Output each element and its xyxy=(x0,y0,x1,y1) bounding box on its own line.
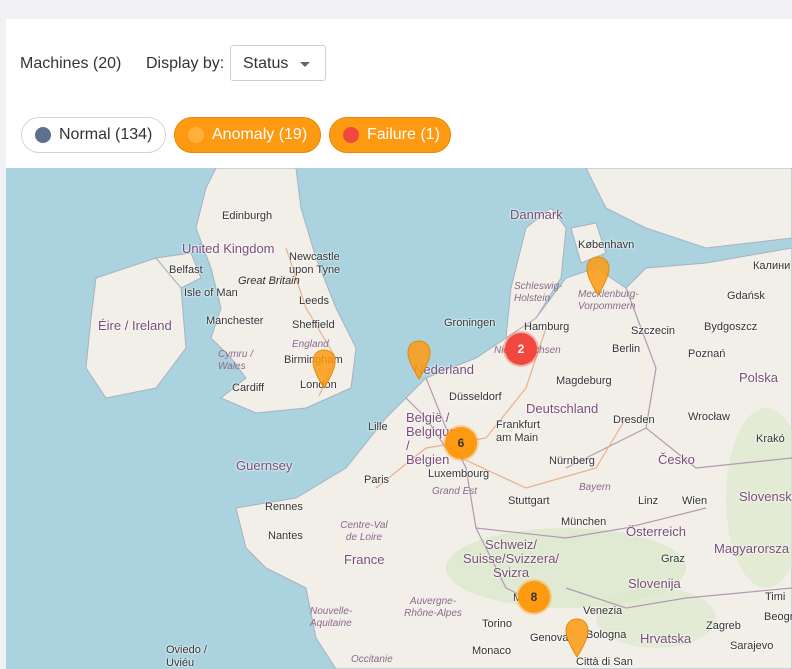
city-label-dusseldorf: Düsseldorf xyxy=(449,391,502,403)
anomaly-marker-pin[interactable] xyxy=(311,349,337,389)
country-label-france: France xyxy=(344,552,385,567)
country-label-hrvatska: Hrvatska xyxy=(640,631,692,646)
normal-status-dot-icon xyxy=(35,127,51,143)
city-label-timisoara: Timi xyxy=(765,591,786,603)
region-label-occitanie: Occitanie xyxy=(351,654,393,665)
filter-chip-anomaly-label: Anomaly (19) xyxy=(212,126,308,143)
city-label-graz: Graz xyxy=(661,553,685,565)
anomaly-cluster-marker[interactable]: 6 xyxy=(445,427,477,459)
country-label-slovensko: Slovensko xyxy=(739,489,792,504)
city-label-gdansk: Gdańsk xyxy=(727,290,765,302)
machines-count-label: Machines (20) xyxy=(20,55,122,72)
country-label-osterreich: Österreich xyxy=(626,524,686,539)
city-label-oviedo: Oviedo / Uviéu xyxy=(166,644,207,669)
region-label-grand-est: Grand Est xyxy=(432,486,478,497)
region-label-centre: Centre-Val de Loire xyxy=(340,520,388,543)
filter-chip-anomaly[interactable]: Anomaly (19) xyxy=(174,117,321,153)
city-label-rennes: Rennes xyxy=(265,501,303,513)
city-label-poznan: Poznań xyxy=(688,348,726,360)
filter-chip-normal[interactable]: Normal (134) xyxy=(21,117,166,153)
display-by-value: Status xyxy=(243,55,289,72)
region-label-auvergne: Auvergne-Rhône-Alpes xyxy=(404,596,462,619)
country-label-uk: United Kingdom xyxy=(182,241,275,256)
country-label-polska: Polska xyxy=(739,370,779,385)
city-label-manchester: Manchester xyxy=(206,315,264,327)
city-label-magdeburg: Magdeburg xyxy=(556,375,612,387)
display-by-select[interactable]: Status xyxy=(230,45,326,81)
city-label-linz: Linz xyxy=(638,495,659,507)
city-label-isle-of-man: Isle of Man xyxy=(184,287,238,299)
city-label-szczecin: Szczecin xyxy=(631,325,676,337)
anomaly-marker-pin[interactable] xyxy=(585,256,611,296)
city-label-venezia: Venezia xyxy=(583,605,623,617)
failure-cluster-marker[interactable]: 2 xyxy=(505,333,537,365)
country-label-cesko: Česko xyxy=(658,452,695,467)
city-label-hamburg: Hamburg xyxy=(524,321,570,333)
map-basemap xyxy=(85,168,792,669)
city-label-wroclaw: Wrocław xyxy=(688,411,730,423)
city-label-zagreb: Zagreb xyxy=(706,620,741,632)
filter-chip-normal-label: Normal (134) xyxy=(59,126,153,143)
machines-map[interactable]: United Kingdom Éire / Ireland Danmark Ne… xyxy=(6,168,792,669)
city-label-lille: Lille xyxy=(368,421,388,433)
city-label-newcastle: Newcastle upon Tyne xyxy=(289,251,341,276)
display-by-label: Display by: xyxy=(146,55,225,72)
filter-chip-failure-label: Failure (1) xyxy=(367,126,440,143)
country-label-magyarorszag: Magyarorsza xyxy=(714,541,790,556)
anomaly-marker-pin[interactable] xyxy=(564,618,590,658)
city-label-monaco: Monaco xyxy=(472,645,512,657)
anomaly-marker-pin[interactable] xyxy=(406,340,432,380)
city-label-beograd: Beogr xyxy=(764,611,792,623)
country-label-deutschland: Deutschland xyxy=(526,401,599,416)
region-label-cymru: Cymru / Wales xyxy=(218,349,253,372)
city-label-berlin: Berlin xyxy=(612,343,641,355)
country-label-ireland: Éire / Ireland xyxy=(98,318,172,333)
city-label-bologna: Bologna xyxy=(586,629,627,641)
failure-status-dot-icon xyxy=(343,127,359,143)
city-label-edinburgh: Edinburgh xyxy=(222,210,273,222)
city-label-bydgoszcz: Bydgoszcz xyxy=(704,321,758,333)
region-label-nouvelle: Nouvelle-Aquitaine xyxy=(310,606,353,629)
region-label-great-britain: Great Britain xyxy=(238,275,300,287)
city-label-sheffield: Sheffield xyxy=(292,319,335,331)
chevron-down-icon xyxy=(300,62,310,67)
country-label-schweiz: Schweiz/ Suisse/Svizzera/ Svizra xyxy=(462,537,560,580)
city-label-sarajevo: Sarajevo xyxy=(730,640,774,652)
city-label-torino: Torino xyxy=(482,618,512,630)
city-label-wien: Wien xyxy=(682,495,708,507)
city-label-frankfurt: Frankfurt am Main xyxy=(496,419,541,444)
country-label-guernsey: Guernsey xyxy=(236,458,293,473)
city-label-munchen: München xyxy=(561,516,607,528)
city-label-krakow: Krakó xyxy=(756,433,785,445)
anomaly-cluster-marker[interactable]: 8 xyxy=(518,581,550,613)
city-label-kobenhavn: København xyxy=(578,239,635,251)
anomaly-status-dot-icon xyxy=(188,127,204,143)
city-label-kaliningrad: Калини xyxy=(753,260,791,272)
city-label-nantes: Nantes xyxy=(268,530,303,542)
city-label-cardiff: Cardiff xyxy=(232,382,265,394)
city-label-leeds: Leeds xyxy=(299,295,329,307)
city-label-belfast: Belfast xyxy=(169,264,203,276)
city-label-dresden: Dresden xyxy=(613,414,655,426)
city-label-paris: Paris xyxy=(364,474,390,486)
city-label-stuttgart: Stuttgart xyxy=(508,495,550,507)
machines-map-card: Machines (20) Display by: Status Normal … xyxy=(6,19,792,669)
city-label-genova: Genova xyxy=(530,632,569,644)
country-label-danmark: Danmark xyxy=(510,207,563,222)
city-label-luxembourg: Luxembourg xyxy=(428,468,490,480)
region-label-bayern: Bayern xyxy=(579,482,611,493)
city-label-groningen: Groningen xyxy=(444,317,496,329)
region-label-schleswig: Schleswig-Holstein xyxy=(514,281,563,304)
filter-chip-failure[interactable]: Failure (1) xyxy=(329,117,451,153)
country-label-slovenija: Slovenija xyxy=(628,576,681,591)
toolbar: Machines (20) Display by: Status Normal … xyxy=(6,19,792,167)
city-label-nurnberg: Nürnberg xyxy=(549,455,595,467)
